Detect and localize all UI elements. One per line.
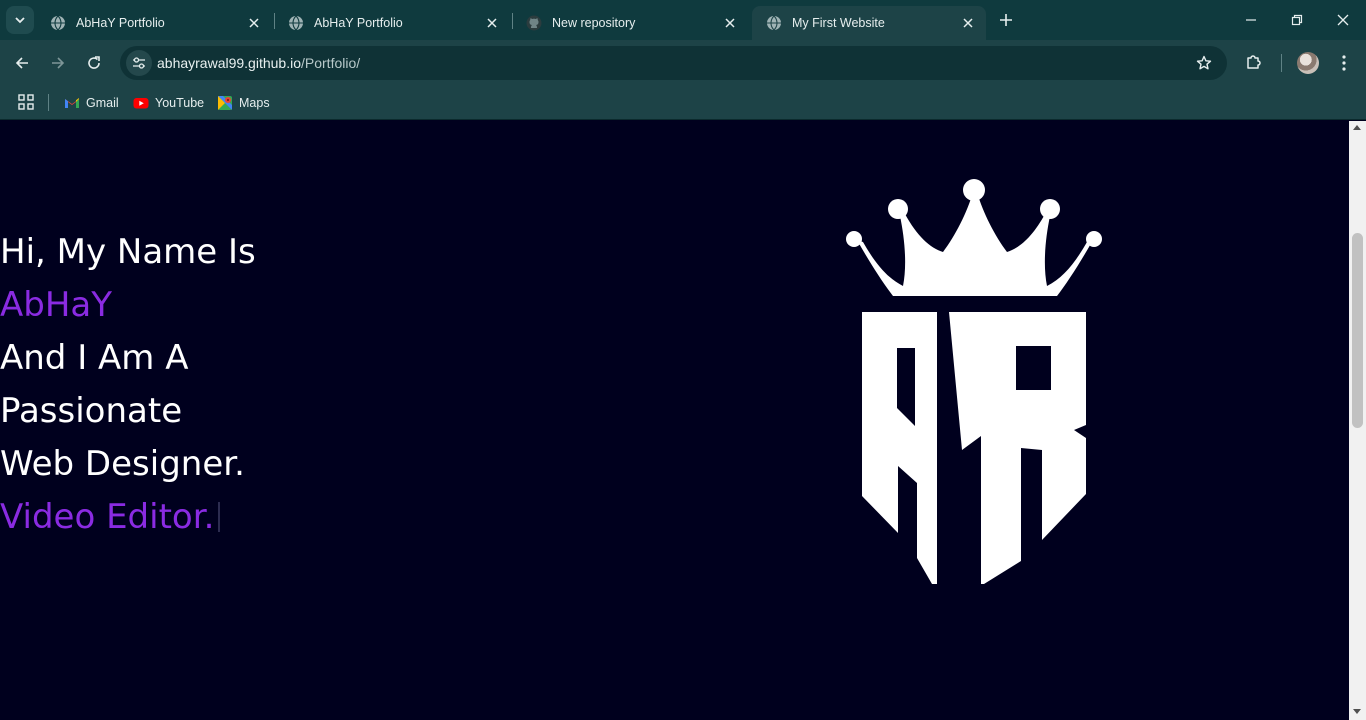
tab-my-first-website[interactable]: My First Website: [752, 6, 986, 40]
tab-title: AbHaY Portfolio: [314, 16, 403, 30]
bookmark-maps[interactable]: Maps: [217, 91, 270, 115]
typing-cursor: [218, 502, 221, 532]
maps-icon: [218, 96, 232, 110]
tab-abhay-portfolio-2[interactable]: AbHaY Portfolio: [274, 6, 510, 40]
globe-icon: [289, 15, 303, 31]
plus-icon: [1000, 14, 1012, 26]
more-vertical-icon: [1342, 55, 1346, 71]
hero-line-role: Web Designer.: [0, 444, 245, 484]
tab-title: New repository: [552, 16, 636, 30]
youtube-icon: [133, 98, 149, 109]
bookmark-gmail[interactable]: Gmail: [64, 91, 119, 115]
hero-line-passionate: Passionate: [0, 391, 183, 431]
apps-grid-icon[interactable]: [17, 93, 35, 111]
toolbar-divider: [1281, 54, 1282, 72]
new-tab-button[interactable]: [994, 8, 1018, 32]
bookmark-star-button[interactable]: [1194, 53, 1214, 73]
address-bar[interactable]: abhayrawal99.github.io/Portfolio/: [120, 46, 1227, 80]
tab-abhay-portfolio-1[interactable]: AbHaY Portfolio: [36, 6, 272, 40]
typed-role: Video Editor.: [0, 497, 215, 537]
close-tab-icon[interactable]: [484, 15, 500, 31]
puzzle-icon: [1247, 55, 1261, 69]
minimize-button[interactable]: [1228, 0, 1274, 40]
page-viewport: Hi, My Name Is AbHaY And I Am A Passiona…: [0, 121, 1349, 720]
url-path: /Portfolio/: [301, 55, 361, 71]
browser-toolbar: abhayrawal99.github.io/Portfolio/: [0, 40, 1366, 86]
site-info-button[interactable]: [126, 50, 152, 76]
close-icon: [1337, 14, 1349, 26]
arrow-left-icon: [15, 57, 28, 69]
restore-button[interactable]: [1274, 0, 1320, 40]
tab-title: My First Website: [792, 16, 885, 30]
bookmark-label: Maps: [239, 96, 270, 110]
scroll-down-arrow-icon[interactable]: [1353, 709, 1361, 714]
star-icon: [1196, 55, 1212, 70]
url-host: abhayrawal99.github.io: [157, 55, 301, 71]
tune-icon: [133, 57, 145, 69]
forward-button[interactable]: [43, 48, 73, 78]
hero-name: AbHaY: [0, 285, 113, 325]
browser-menu-button[interactable]: [1332, 51, 1356, 75]
globe-icon: [767, 15, 781, 31]
hero-intro: Hi, My Name Is AbHaY And I Am A Passiona…: [0, 226, 256, 544]
bookmarks-bar: Gmail YouTube Maps: [0, 86, 1366, 120]
chevron-down-icon: [15, 17, 25, 24]
back-button[interactable]: [7, 48, 37, 78]
profile-avatar[interactable]: [1297, 52, 1319, 74]
tab-title: AbHaY Portfolio: [76, 16, 165, 30]
close-tab-icon[interactable]: [960, 15, 976, 31]
arrow-right-icon: [52, 57, 65, 69]
crown-ar-logo: [846, 179, 1102, 584]
gmail-icon: [65, 98, 79, 108]
bookmark-youtube[interactable]: YouTube: [133, 91, 204, 115]
scroll-up-arrow-icon[interactable]: [1353, 125, 1361, 130]
scrollbar-thumb[interactable]: [1352, 233, 1363, 428]
minimize-icon: [1246, 19, 1256, 21]
close-tab-icon[interactable]: [246, 15, 262, 31]
tab-search-button[interactable]: [6, 6, 34, 34]
github-icon: [526, 15, 542, 31]
tab-strip: AbHaY Portfolio AbHaY Portfolio New repo…: [0, 0, 1366, 40]
bookmark-label: Gmail: [86, 96, 119, 110]
restore-icon: [1291, 14, 1303, 26]
bookmark-label: YouTube: [155, 96, 205, 110]
page-scrollbar[interactable]: [1349, 121, 1366, 720]
hero-greeting: Hi, My Name Is: [0, 232, 256, 272]
close-window-button[interactable]: [1320, 0, 1366, 40]
hero-line-and-i-am: And I Am A: [0, 338, 189, 378]
typing-text-line: Video Editor.: [0, 491, 256, 544]
bookmarks-divider: [48, 94, 49, 111]
reload-button[interactable]: [79, 48, 109, 78]
tab-new-repository[interactable]: New repository: [512, 6, 748, 40]
extensions-button[interactable]: [1242, 50, 1266, 74]
reload-icon: [88, 56, 100, 69]
globe-icon: [51, 15, 65, 31]
close-tab-icon[interactable]: [722, 15, 738, 31]
url-text[interactable]: abhayrawal99.github.io/Portfolio/: [157, 55, 360, 71]
